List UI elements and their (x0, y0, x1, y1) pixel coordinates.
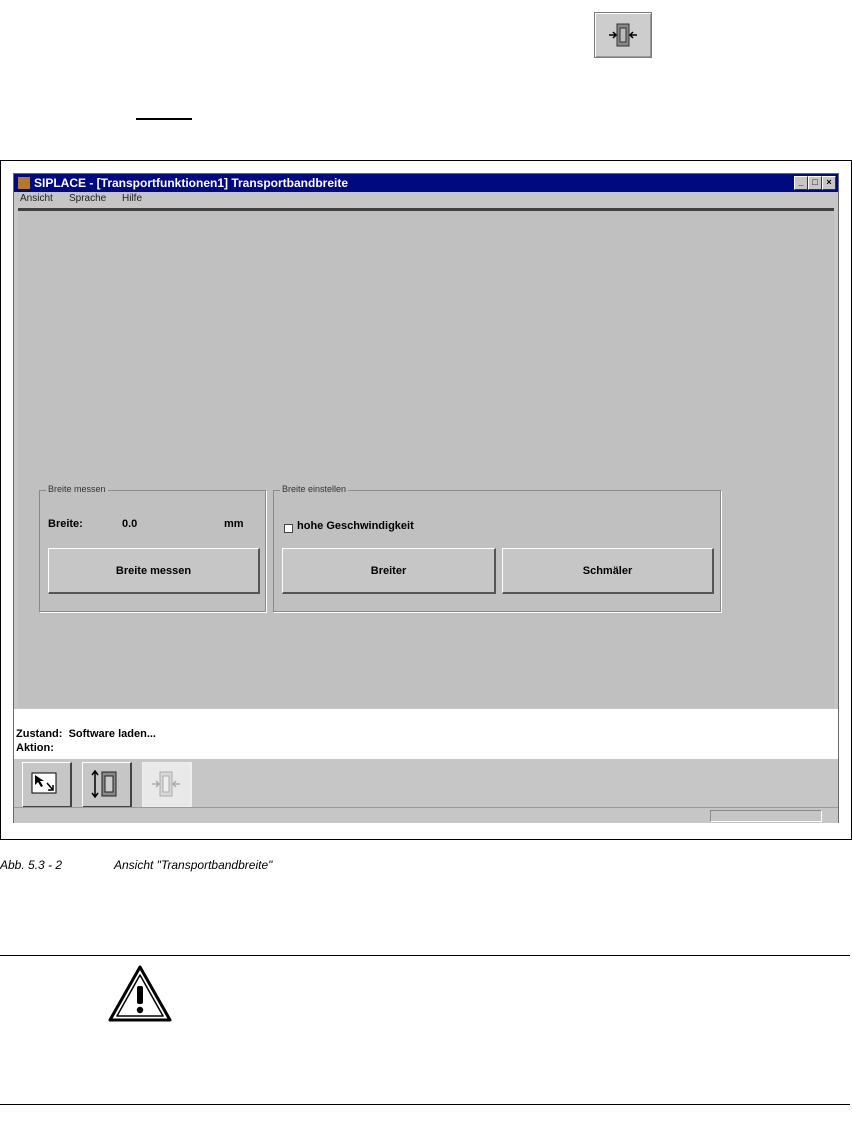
conveyor-width-icon (152, 771, 180, 797)
menu-hilfe[interactable]: Hilfe (122, 193, 142, 204)
wider-button[interactable]: Breiter (282, 548, 496, 594)
window-title: SIPLACE - [Transportfunktionen1] Transpo… (34, 176, 349, 190)
high-speed-checkbox[interactable] (284, 524, 293, 533)
minimize-icon[interactable]: _ (794, 176, 808, 190)
measure-group-label: Breite messen (46, 484, 108, 494)
caption-text: Ansicht "Transportbandbreite" (114, 858, 273, 872)
conveyor-width-icon (594, 12, 652, 58)
status-bar (14, 807, 838, 823)
action-label: Aktion: (16, 742, 54, 754)
status-bar-panel (710, 810, 822, 822)
bottom-toolbar (14, 759, 838, 808)
app-window: SIPLACE - [Transportfunktionen1] Transpo… (13, 173, 839, 823)
measure-groupbox: Breite messen Breite: 0.0 mm Breite mess… (39, 484, 266, 612)
menu-ansicht[interactable]: Ansicht (20, 193, 53, 204)
width-unit: mm (224, 518, 244, 530)
adjust-groupbox: Breite einstellen hohe Geschwindigkeit B… (273, 484, 721, 612)
close-icon[interactable]: × (822, 176, 836, 190)
state-value: Software laden... (68, 728, 156, 740)
divider (0, 1104, 850, 1105)
caption-number: Abb. 5.3 - 2 (0, 858, 63, 872)
menu-bar: Ansicht Sprache Hilfe (14, 192, 838, 206)
divider (136, 118, 192, 120)
screenshot-frame: SIPLACE - [Transportfunktionen1] Transpo… (0, 160, 852, 840)
conveyor-height-icon (91, 769, 117, 799)
title-bar[interactable]: SIPLACE - [Transportfunktionen1] Transpo… (14, 174, 838, 192)
state-label: Zustand: (16, 728, 63, 740)
maximize-icon[interactable]: □ (808, 176, 822, 190)
figure-caption: Abb. 5.3 - 2 Ansicht "Transportbandbreit… (0, 858, 272, 872)
width-value: 0.0 (122, 518, 138, 530)
width-label: Breite: (48, 518, 83, 530)
measure-width-button[interactable]: Breite messen (48, 548, 260, 594)
conveyor-height-button[interactable] (82, 762, 132, 808)
high-speed-label: hohe Geschwindigkeit (297, 520, 414, 532)
narrower-button[interactable]: Schmäler (502, 548, 714, 594)
warning-triangle-icon (107, 964, 173, 1029)
app-icon (18, 177, 30, 189)
pointer-tool-button[interactable] (22, 762, 72, 808)
adjust-group-label: Breite einstellen (280, 484, 349, 494)
conveyor-width-button[interactable] (142, 762, 192, 808)
divider (0, 955, 850, 956)
menu-sprache[interactable]: Sprache (69, 193, 106, 204)
main-panel: Breite messen Breite: 0.0 mm Breite mess… (18, 211, 834, 708)
pointer-icon (31, 772, 57, 794)
status-area: Zustand: Software laden... Aktion: (14, 709, 838, 759)
